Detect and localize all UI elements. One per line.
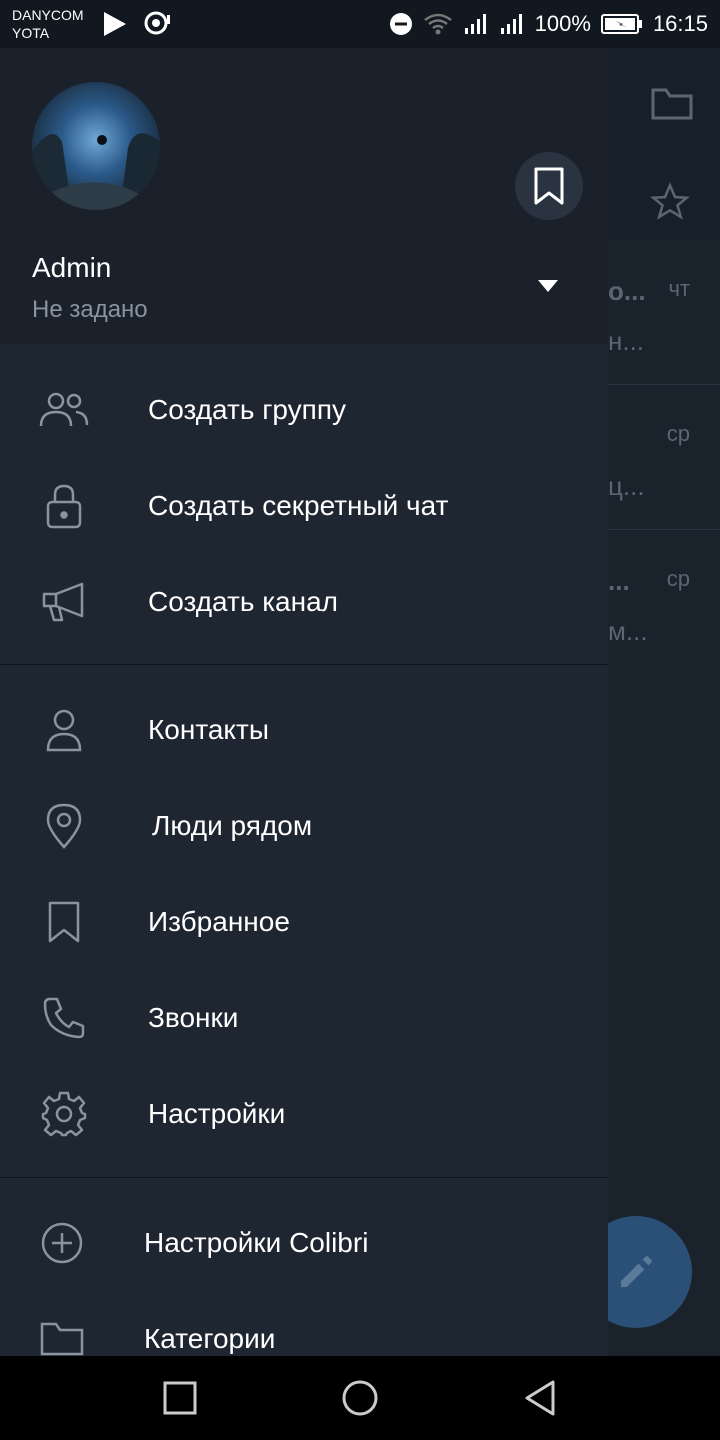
chat-title: о... [608, 276, 646, 306]
menu-label: Создать секретный чат [148, 490, 449, 521]
triangle-back-icon [525, 1380, 555, 1416]
folder-icon [36, 1315, 88, 1356]
signal-icon [464, 14, 486, 34]
user-status: Не задано [32, 296, 148, 323]
menu-item-new-group[interactable]: Создать группу [0, 362, 608, 458]
avatar[interactable] [32, 82, 160, 210]
carrier-name-1: DANYCOM [12, 7, 84, 23]
chat-time: ср [666, 421, 690, 446]
chat-preview: ц... [608, 471, 645, 501]
folder-icon[interactable] [650, 86, 694, 122]
recents-button[interactable] [158, 1376, 202, 1420]
dnd-icon [389, 13, 412, 35]
menu-item-saved[interactable]: Избранное [0, 874, 608, 970]
pencil-icon [621, 1256, 652, 1287]
lock-icon [38, 482, 90, 530]
menu-label: Контакты [148, 714, 269, 745]
bookmark-icon [534, 167, 564, 205]
menu-item-secret-chat[interactable]: Создать секретный чат [0, 458, 608, 554]
avatar-image [32, 82, 160, 210]
drawer-header: Admin Не задано [0, 48, 608, 344]
menu-label: Создать группу [148, 394, 346, 425]
square-icon [163, 1381, 197, 1415]
wifi-icon [423, 13, 452, 35]
hotspot-icon [144, 11, 170, 35]
add-circle-icon [36, 1219, 88, 1267]
menu-divider [0, 1177, 608, 1178]
chat-time: ср [666, 566, 690, 591]
menu-item-calls[interactable]: Звонки [0, 970, 608, 1066]
battery-icon [600, 14, 642, 34]
chat-preview: м... [608, 616, 648, 646]
menu-label: Настройки Colibri [144, 1227, 369, 1258]
menu-item-settings[interactable]: Настройки [0, 1066, 608, 1162]
menu-label: Люди рядом [152, 810, 313, 841]
gear-icon [38, 1090, 90, 1138]
chat-time: чт [668, 276, 690, 301]
status-bar: DANYCOM YOTA 100% 16:15 [0, 0, 720, 48]
play-store-icon [104, 12, 126, 36]
chat-preview: н... [608, 326, 645, 356]
battery-percent: 100% [534, 11, 591, 36]
menu-label: Избранное [148, 906, 290, 937]
phone-icon [38, 994, 90, 1042]
account-switch-toggle[interactable] [530, 274, 566, 298]
carrier-info: DANYCOM YOTA [12, 6, 84, 42]
status-icons: 100% 16:15 [389, 0, 708, 48]
menu-label: Настройки [148, 1098, 286, 1129]
circle-icon [342, 1380, 378, 1416]
menu-item-categories[interactable]: Категории [0, 1291, 608, 1356]
triangle-down-icon [538, 280, 558, 292]
menu-item-new-channel[interactable]: Создать канал [0, 554, 608, 650]
chat-title: ... [608, 566, 630, 596]
system-nav-bar [0, 1356, 720, 1440]
menu-item-contacts[interactable]: Контакты [0, 682, 608, 778]
carrier-name-2: YOTA [12, 25, 50, 41]
location-pin-icon [38, 802, 90, 850]
star-icon[interactable] [650, 182, 690, 222]
home-button[interactable] [338, 1376, 382, 1420]
menu-label: Категории [144, 1323, 276, 1354]
clock: 16:15 [652, 11, 708, 36]
menu-item-colibri-settings[interactable]: Настройки Colibri [0, 1195, 608, 1291]
menu-label: Звонки [148, 1002, 239, 1033]
person-icon [38, 706, 90, 754]
signal-icon-2 [500, 14, 522, 34]
menu-item-people-nearby[interactable]: Люди рядом [0, 778, 608, 874]
bookmark-icon [38, 898, 90, 946]
menu-divider [0, 664, 608, 665]
saved-messages-button[interactable] [515, 152, 583, 220]
user-name: Admin [32, 252, 112, 283]
back-button[interactable] [518, 1376, 562, 1420]
megaphone-icon [38, 578, 90, 626]
navigation-drawer: Admin Не задано Создать группу Создать с… [0, 48, 608, 1356]
menu-label: Создать канал [148, 586, 338, 617]
group-icon [38, 386, 90, 434]
